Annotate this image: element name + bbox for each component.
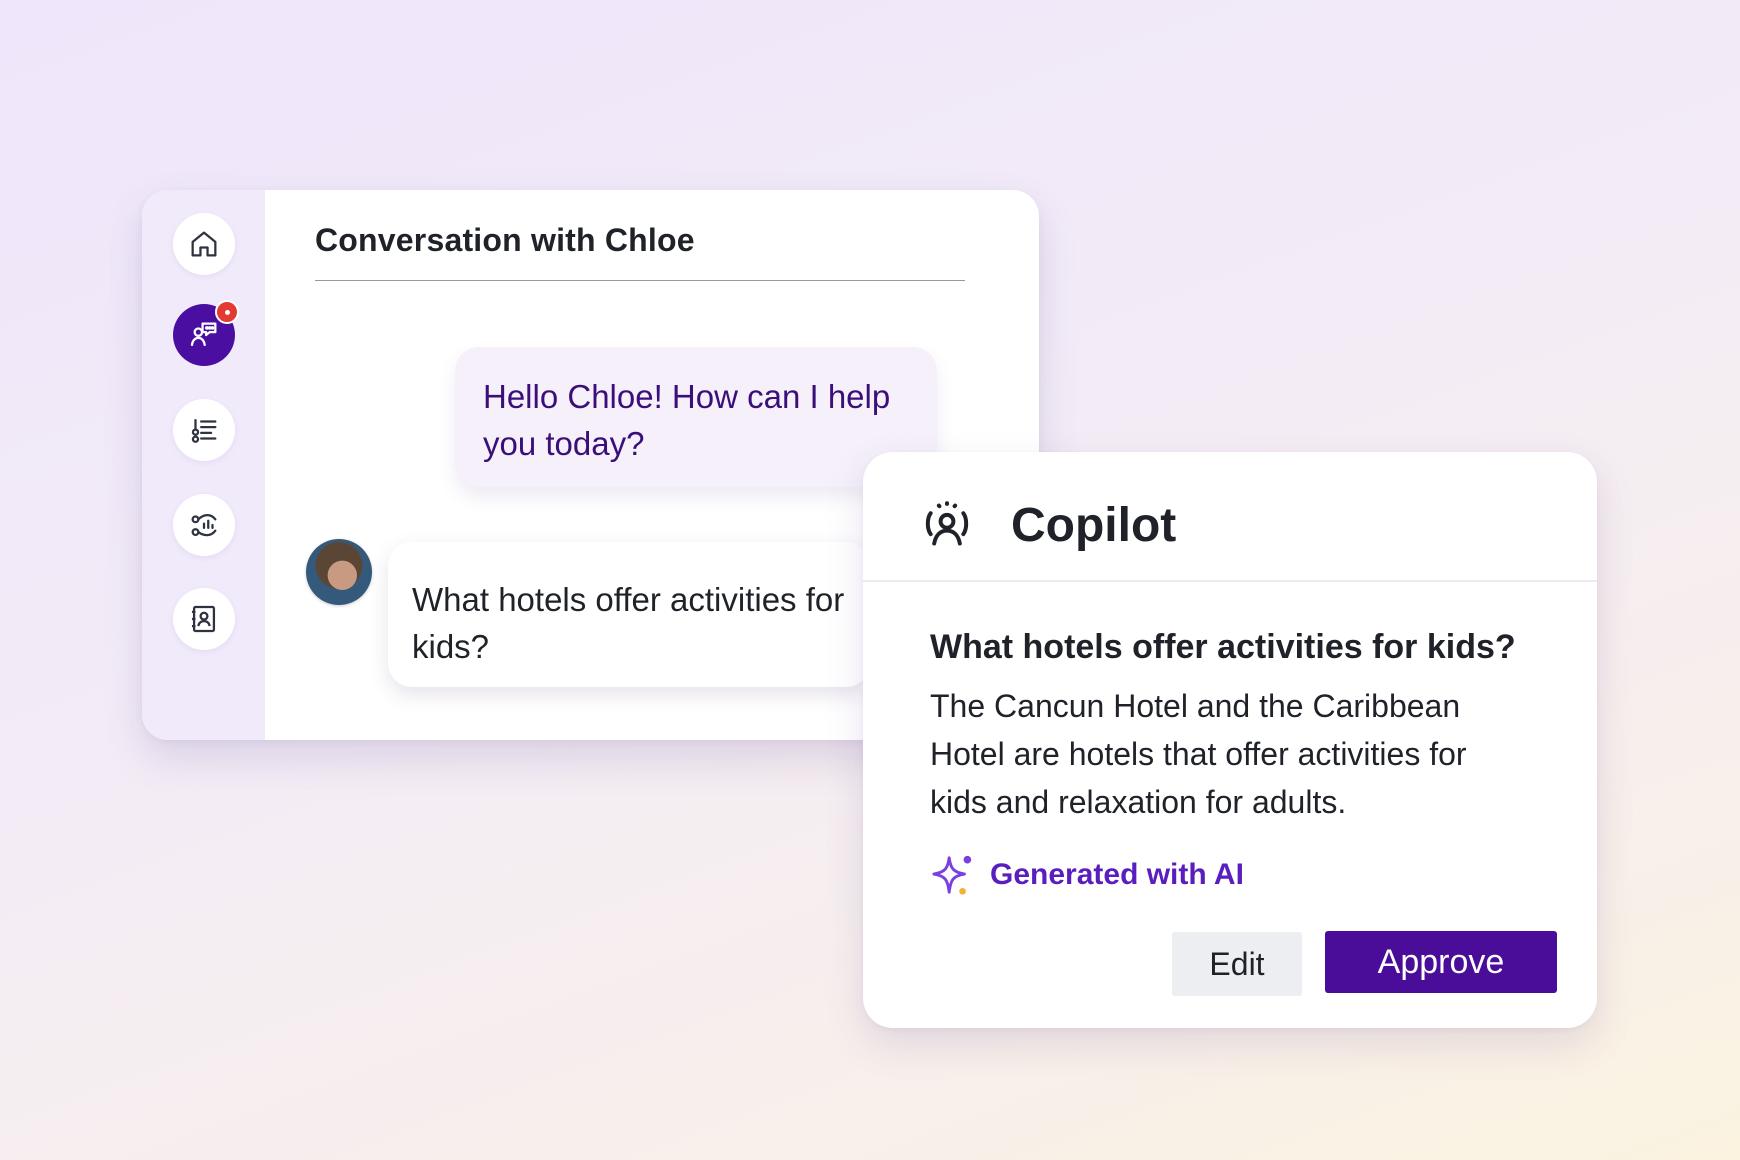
chat-person-icon: [190, 322, 217, 347]
title-divider: [315, 280, 965, 281]
approve-button[interactable]: Approve: [1325, 931, 1557, 993]
copilot-icon: [925, 501, 969, 546]
nav-contacts-button[interactable]: [173, 588, 235, 650]
analytics-icon: [191, 513, 217, 537]
contact-book-icon: [191, 605, 216, 633]
nav-home-button[interactable]: [173, 213, 235, 275]
copilot-title: Copilot: [1011, 499, 1177, 552]
conversation-title: Conversation with Chloe: [315, 222, 695, 258]
user-message-bubble: What hotels offer activities for kids?: [388, 542, 870, 687]
copilot-answer: The Cancun Hotel and the Caribbean Hotel…: [930, 688, 1467, 820]
avatar: [306, 539, 372, 605]
ai-generated-indicator: Generated with AI: [930, 852, 1244, 898]
copilot-question: What hotels offer activities for kids?: [930, 628, 1516, 666]
home-icon: [191, 231, 217, 257]
copilot-panel: Copilot What hotels offer activities for…: [863, 452, 1597, 1028]
sidebar: [142, 190, 265, 740]
agent-message-bubble: Hello Chloe! How can I help you today?: [455, 347, 937, 487]
nav-analytics-button[interactable]: [173, 494, 235, 556]
sparkle-icon: [932, 855, 972, 895]
list-icon: [191, 418, 217, 443]
edit-button[interactable]: Edit: [1172, 932, 1302, 996]
ai-label: Generated with AI: [990, 858, 1244, 891]
nav-conversations-button[interactable]: [173, 300, 239, 366]
nav-tasks-button[interactable]: [173, 399, 235, 461]
copilot-divider: [863, 580, 1597, 582]
notification-badge: [215, 300, 239, 324]
